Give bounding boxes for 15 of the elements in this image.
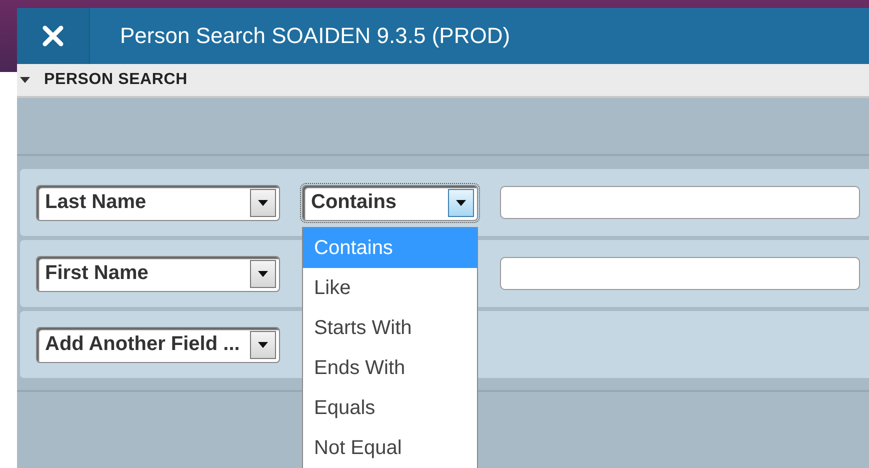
close-button[interactable] xyxy=(17,8,90,64)
close-icon xyxy=(42,25,64,47)
dropdown-option[interactable]: Ends With xyxy=(303,348,477,388)
dropdown-option[interactable]: Equals xyxy=(303,388,477,428)
dropdown[interactable]: Last Name xyxy=(36,184,280,220)
dropdown[interactable]: Contains xyxy=(302,184,478,220)
value-input-field[interactable] xyxy=(500,186,860,219)
window-title: Person Search SOAIDEN 9.3.5 (PROD) xyxy=(120,23,510,49)
value-input-field[interactable] xyxy=(500,257,860,290)
section-header[interactable]: PERSON SEARCH xyxy=(17,64,869,98)
dropdown-option[interactable]: Like xyxy=(303,268,477,308)
dropdown-option[interactable]: Starts With xyxy=(303,308,477,348)
dropdown[interactable]: Add Another Field ... xyxy=(36,326,280,362)
dropdown[interactable]: First Name xyxy=(36,256,280,292)
dropdown-option[interactable]: Not Equal xyxy=(303,428,477,468)
